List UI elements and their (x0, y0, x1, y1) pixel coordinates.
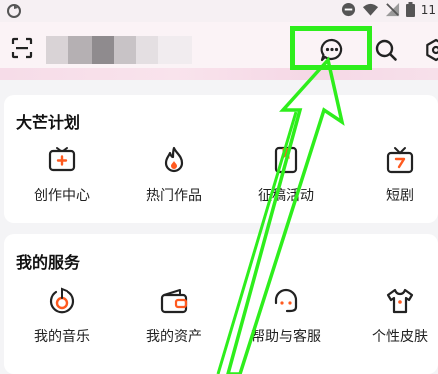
do-not-disturb-icon (341, 2, 355, 17)
item-label: 我的资产 (146, 329, 202, 345)
flame-icon (164, 146, 184, 173)
no-signal-icon (385, 2, 399, 17)
scan-icon[interactable] (10, 36, 34, 60)
section-plan-card: 大芒计划 创作中心 热门作品 征稿活动 短剧 (4, 95, 438, 223)
sync-icon (7, 4, 21, 18)
item-label: 热门作品 (146, 188, 202, 204)
wallet-icon (160, 289, 188, 314)
tshirt-icon (386, 288, 414, 314)
item-label: 征稿活动 (258, 188, 314, 204)
music-disc-icon (49, 287, 75, 314)
item-personal-skin[interactable]: 个性皮肤 (350, 286, 438, 346)
item-call-for-entries[interactable]: 征稿活动 (236, 145, 336, 205)
item-label: 创作中心 (34, 188, 90, 204)
item-label: 帮助与客服 (251, 329, 321, 345)
header (0, 22, 438, 80)
search-icon[interactable] (374, 38, 398, 62)
item-hot-works[interactable]: 热门作品 (124, 145, 224, 205)
item-creation-center[interactable]: 创作中心 (12, 145, 112, 205)
wifi-icon (362, 3, 378, 16)
section-plan-title: 大芒计划 (16, 113, 81, 132)
item-help-support[interactable]: 帮助与客服 (236, 286, 336, 346)
headset-icon (274, 288, 298, 313)
section-services-title: 我的服务 (16, 253, 81, 272)
highlight-box (290, 26, 372, 70)
item-label: 个性皮肤 (372, 329, 428, 345)
settings-icon[interactable] (424, 38, 438, 62)
tv-icon (386, 147, 414, 174)
username-blurred (46, 36, 196, 64)
status-bar: 11 (0, 0, 438, 22)
header-banner-strip (0, 68, 438, 80)
section-services-card: 我的服务 我的音乐 我的资产 帮助与客服 个性皮肤 (4, 234, 438, 374)
item-label: 短剧 (386, 188, 414, 204)
video-plus-icon (48, 147, 76, 172)
item-short-drama[interactable]: 短剧 (350, 145, 438, 205)
clock: 11 (420, 2, 436, 17)
battery-icon (405, 2, 415, 17)
item-label: 我的音乐 (34, 329, 90, 345)
item-my-assets[interactable]: 我的资产 (124, 286, 224, 346)
item-my-music[interactable]: 我的音乐 (12, 286, 112, 346)
bookmark-doc-icon (274, 146, 298, 174)
